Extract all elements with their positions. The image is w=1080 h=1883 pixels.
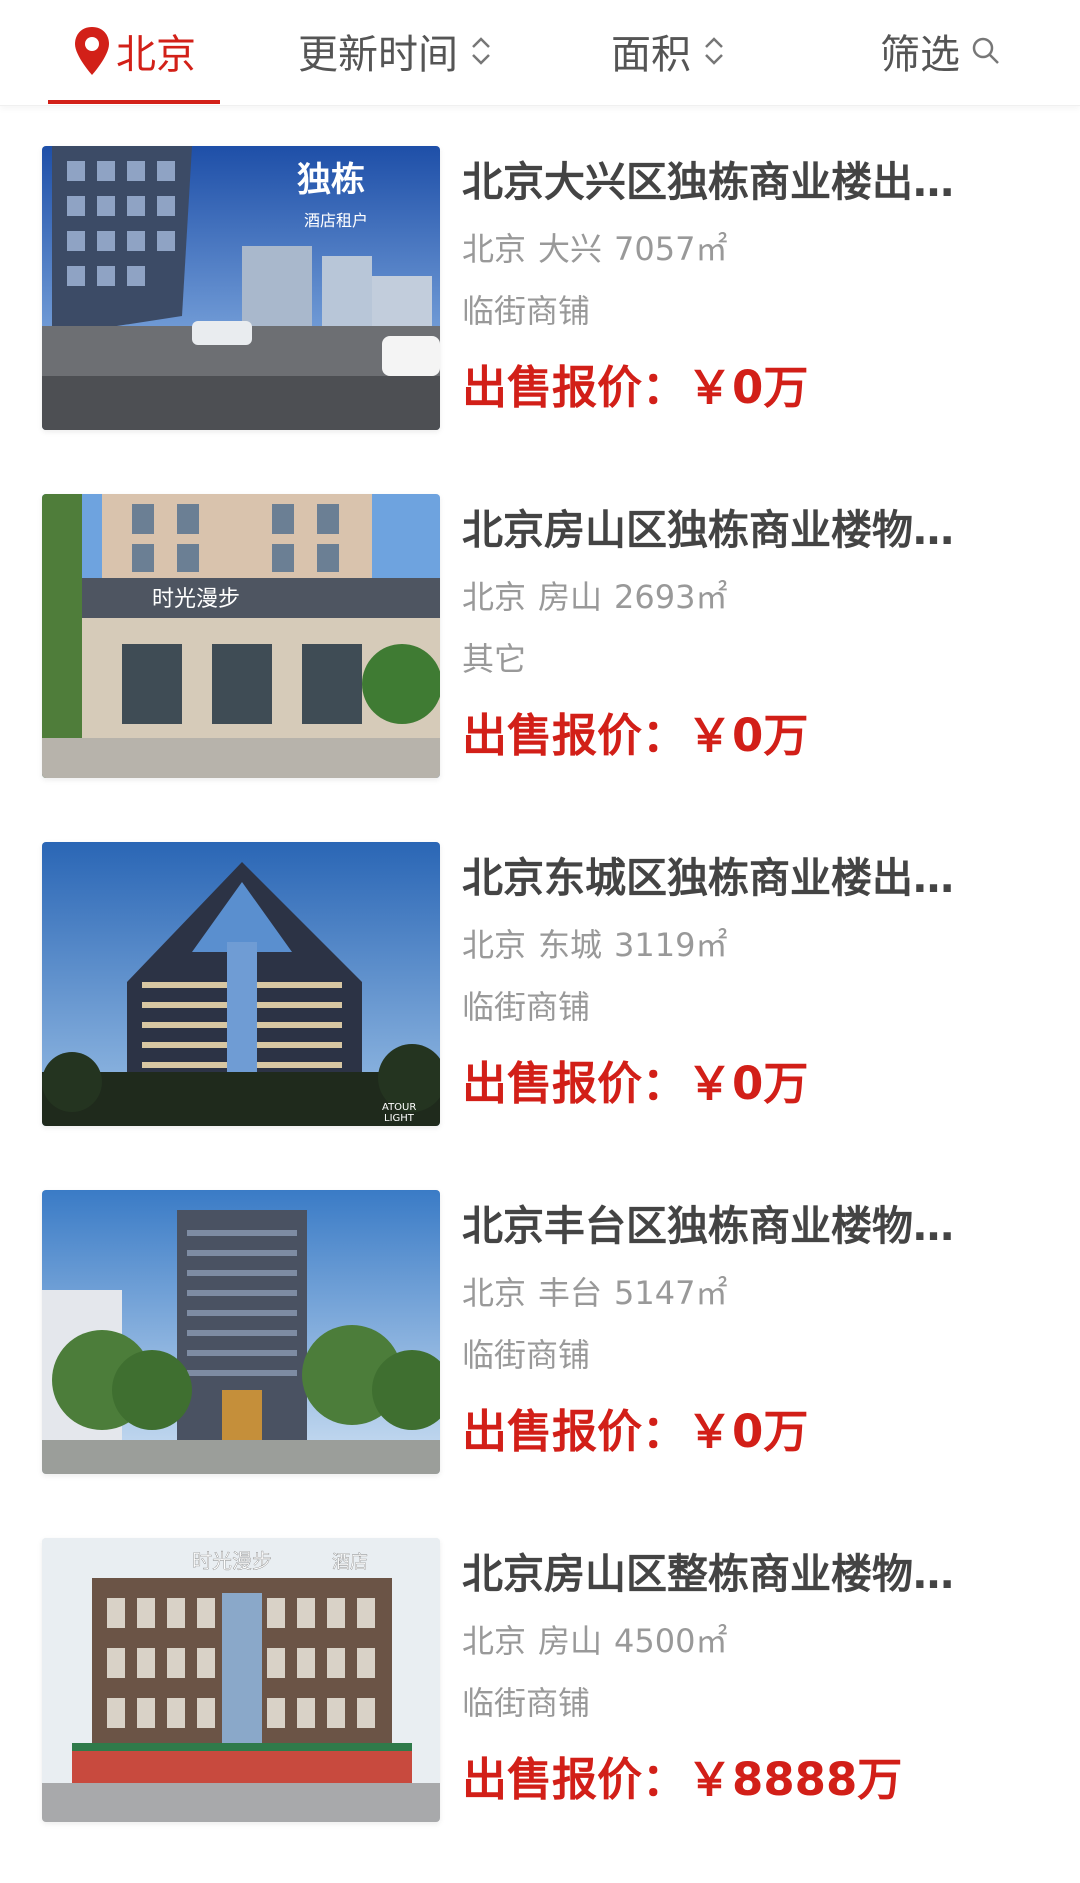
sort-time-label: 更新时间 [298, 32, 458, 78]
listing-photo: ATOUR LIGHT [42, 842, 440, 1126]
listing-photo: 时光漫步 [42, 494, 440, 778]
city-label: 北京 [116, 32, 196, 78]
listing-title[interactable]: 北京房山区整栋商业楼物… [462, 1538, 1002, 1610]
listing-type: 临街商铺 [462, 1336, 591, 1374]
listing-area: 2693㎡ [614, 578, 728, 616]
listing-price: 出售报价：￥0万 [462, 1038, 1022, 1130]
location-pin-icon [75, 27, 109, 75]
photo-overlay-subtext: LIGHT [384, 1113, 415, 1124]
listing-type: 临街商铺 [462, 988, 591, 1026]
listing-title[interactable]: 北京丰台区独栋商业楼物… [462, 1190, 1002, 1262]
listing-title[interactable]: 北京大兴区独栋商业楼出… [462, 146, 1002, 218]
listing-district: 丰台 [538, 1274, 603, 1312]
listing-photo: 独栋 酒店租户 [42, 146, 440, 430]
listing-type: 临街商铺 [462, 1684, 591, 1722]
price-value: ￥0万 [687, 1057, 809, 1110]
listing-city: 北京 [462, 1622, 527, 1660]
photo-overlay-text: 时光漫步 [152, 587, 240, 612]
listing-city: 北京 [462, 1274, 527, 1312]
price-value: ￥8888万 [687, 1753, 903, 1806]
listing-type: 其它 [462, 640, 527, 678]
listing-type: 临街商铺 [462, 292, 591, 330]
sort-updown-icon [705, 37, 723, 65]
listing-price: 出售报价：￥0万 [462, 342, 1022, 434]
city-selector[interactable]: 北京 [72, 0, 196, 102]
listing-district: 房山 [538, 578, 603, 616]
listing-card[interactable]: 时光漫步 北京房山区独栋商业楼物… 北京 房山 2693㎡ 其它 出售报价：￥0万 [0, 454, 1080, 802]
active-tab-indicator [48, 100, 220, 104]
photo-overlay-text: 独栋 [297, 160, 365, 200]
listing-card[interactable]: 北京丰台区独栋商业楼物… 北京 丰台 5147㎡ 临街商铺 出售报价：￥0万 [0, 1150, 1080, 1498]
listing-city: 北京 [462, 230, 527, 268]
listing-city: 北京 [462, 926, 527, 964]
listing-area: 7057㎡ [614, 230, 728, 268]
listing-card[interactable]: ATOUR LIGHT 北京东城区独栋商业楼出… 北京 东城 3119㎡ 临街商铺 … [0, 802, 1080, 1150]
listing-area: 5147㎡ [614, 1274, 728, 1312]
price-value: ￥0万 [687, 361, 809, 414]
top-filter-bar: 北京 更新时间 面积 筛选 [0, 0, 1080, 106]
price-label: 出售报价： [462, 1057, 688, 1110]
listing-location: 北京 房山 2693㎡ [462, 566, 1022, 628]
photo-overlay-subtext: 酒店租户 [304, 211, 368, 230]
listing-price: 出售报价：￥8888万 [462, 1734, 1022, 1826]
price-label: 出售报价： [462, 1405, 688, 1458]
filter-label: 筛选 [880, 32, 960, 78]
sort-area-label: 面积 [611, 32, 691, 78]
listing-district: 房山 [538, 1622, 603, 1660]
photo-overlay-text: ATOUR [382, 1102, 416, 1113]
listing-area: 4500㎡ [614, 1622, 728, 1660]
listing-photo: 时光漫步 酒店 [42, 1538, 440, 1822]
listing-area: 3119㎡ [614, 926, 728, 964]
photo-overlay-subtext: 酒店 [332, 1552, 368, 1573]
listing-photo [42, 1190, 440, 1474]
photo-overlay-text: 时光漫步 [192, 1549, 272, 1573]
search-icon [972, 37, 999, 64]
listing-district: 东城 [538, 926, 603, 964]
listing-card[interactable]: 独栋 酒店租户 北京大兴区独栋商业楼出… 北京 大兴 7057㎡ 临街商铺 出售报价… [0, 106, 1080, 454]
price-value: ￥0万 [687, 1405, 809, 1458]
price-label: 出售报价： [462, 709, 688, 762]
listing-location: 北京 大兴 7057㎡ [462, 218, 1022, 280]
listing-title[interactable]: 北京东城区独栋商业楼出… [462, 842, 1002, 914]
price-value: ￥0万 [687, 709, 809, 762]
price-label: 出售报价： [462, 1753, 688, 1806]
listing-price: 出售报价：￥0万 [462, 1386, 1022, 1478]
price-label: 出售报价： [462, 361, 688, 414]
listing-title[interactable]: 北京房山区独栋商业楼物… [462, 494, 1002, 566]
listing-card[interactable]: 时光漫步 酒店 北京房山区整栋商业楼物… 北京 房山 4500㎡ 临街商铺 出售报价… [0, 1498, 1080, 1846]
listing-location: 北京 东城 3119㎡ [462, 914, 1022, 976]
listing-location: 北京 房山 4500㎡ [462, 1610, 1022, 1672]
sort-by-area[interactable]: 面积 [611, 0, 727, 102]
sort-updown-icon [472, 37, 490, 65]
listing-district: 大兴 [538, 230, 603, 268]
listing-city: 北京 [462, 578, 527, 616]
listing-location: 北京 丰台 5147㎡ [462, 1262, 1022, 1324]
filter-button[interactable]: 筛选 [880, 0, 1002, 102]
listing-price: 出售报价：￥0万 [462, 690, 1022, 782]
sort-by-update-time[interactable]: 更新时间 [298, 0, 494, 102]
